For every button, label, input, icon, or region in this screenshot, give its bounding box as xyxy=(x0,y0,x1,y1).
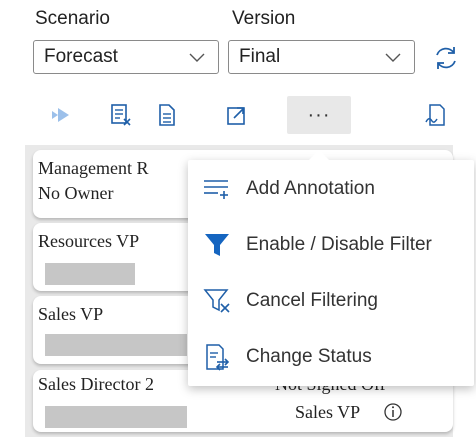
menu-item-label: Add Annotation xyxy=(246,178,375,199)
refresh-icon[interactable] xyxy=(432,44,460,72)
scenario-label: Scenario xyxy=(35,8,110,29)
play-button[interactable] xyxy=(44,96,78,134)
redacted-bar xyxy=(45,406,187,428)
menu-item-change-status[interactable]: Change Status xyxy=(188,331,474,383)
scenario-select[interactable]: Forecast xyxy=(33,40,219,74)
redacted-bar xyxy=(45,334,187,356)
add-annotation-icon xyxy=(204,180,228,199)
menu-item-label: Change Status xyxy=(246,346,372,367)
open-external-icon xyxy=(227,107,245,125)
card-owner: Sales VP xyxy=(295,402,361,422)
more-options-icon: ··· xyxy=(307,103,331,126)
menu-item-label: Cancel Filtering xyxy=(246,290,378,311)
scenario-value: Forecast xyxy=(44,46,118,67)
version-value: Final xyxy=(239,46,281,67)
menu-item-enable-disable-filter[interactable]: Enable / Disable Filter xyxy=(188,219,474,271)
menu-item-add-annotation[interactable]: Add Annotation xyxy=(188,163,474,215)
sign-document-button[interactable] xyxy=(418,96,452,134)
chevron-down-icon xyxy=(385,53,401,62)
open-external-button[interactable] xyxy=(220,96,254,134)
more-options-button[interactable]: ··· xyxy=(287,96,351,134)
change-status-icon xyxy=(206,344,230,371)
card-title: Resources VP xyxy=(38,231,140,251)
clear-filter-icon xyxy=(203,289,230,313)
card-title: Sales Director 2 xyxy=(38,374,154,394)
menu-pointer xyxy=(308,150,330,161)
card-title: Sales VP xyxy=(38,304,104,324)
version-select[interactable]: Final xyxy=(228,40,415,74)
card-title: Management R xyxy=(38,158,149,178)
play-icon xyxy=(52,108,69,122)
chevron-down-icon xyxy=(189,53,205,62)
context-menu: Add Annotation Enable / Disable Filter C… xyxy=(188,150,474,386)
menu-item-cancel-filtering[interactable]: Cancel Filtering xyxy=(188,275,474,327)
document-button[interactable] xyxy=(150,96,184,134)
version-label: Version xyxy=(232,8,296,29)
menu-item-label: Enable / Disable Filter xyxy=(246,234,432,255)
filter-icon xyxy=(205,234,229,256)
clear-list-button[interactable] xyxy=(104,96,138,134)
list-clear-icon xyxy=(111,104,131,126)
card-owner: No Owner xyxy=(38,183,114,203)
info-icon[interactable] xyxy=(383,402,403,422)
document-icon xyxy=(159,104,175,126)
redacted-bar xyxy=(45,263,135,285)
sign-document-icon xyxy=(425,104,445,126)
